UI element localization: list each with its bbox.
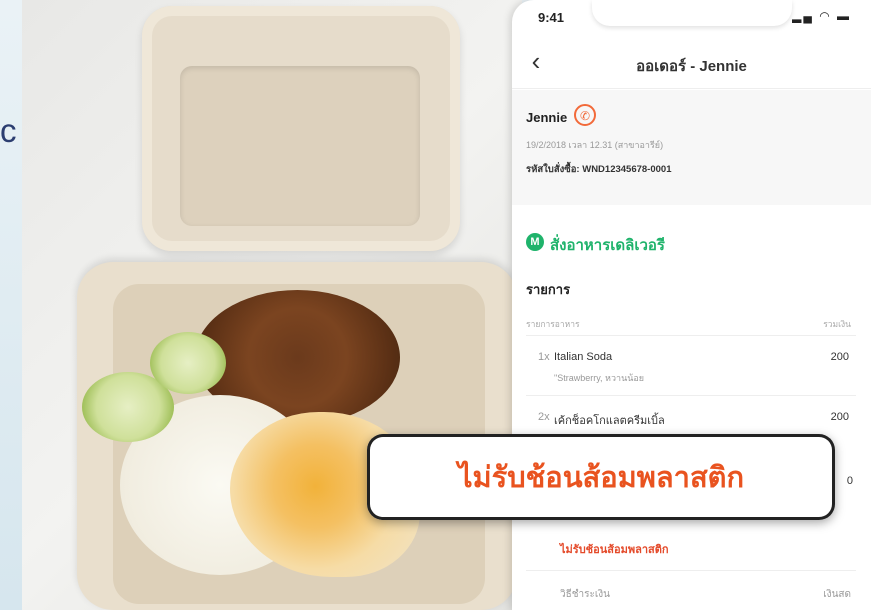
status-time: 9:41 — [538, 10, 565, 25]
divider — [526, 570, 856, 571]
item-price-partial: 0 — [846, 475, 853, 487]
signal-wifi-battery-icon: ▂▄ ◠ ▬ — [792, 9, 851, 23]
special-note: ไม่รับช้อนส้อมพลาสติก — [560, 544, 669, 556]
customer-name: Jennie — [526, 110, 568, 125]
divider — [526, 335, 856, 336]
item-desc: "Strawberry, หวานน้อย — [554, 373, 645, 383]
list-item[interactable]: 1x Italian Soda "Strawberry, หวานน้อย 20… — [512, 351, 871, 401]
item-qty: 1x — [538, 351, 550, 363]
customer-info: Jennie ✆ 19/2/2018 เวลา 12.31 (สาขาอารีย… — [512, 90, 871, 205]
item-name: เค้กช็อคโกแลตครีมเบิ้ล — [554, 415, 665, 427]
phone-call-icon[interactable]: ✆ — [574, 104, 596, 126]
nav-bar: ‹ ออเดอร์ - Jennie — [512, 40, 871, 89]
status-bar: 9:41 ▂▄ ◠ ▬ — [512, 0, 871, 36]
payment-label: วิธีชำระเงิน — [560, 589, 610, 600]
cucumber-slice — [150, 332, 226, 394]
divider — [526, 395, 856, 396]
page-title: ออเดอร์ - Jennie — [636, 58, 747, 75]
callout-text: ไม่รับช้อนส้อมพลาสติก — [457, 460, 745, 494]
service-label: สั่งอาหารเดลิเวอรี — [550, 237, 665, 254]
item-price: 200 — [830, 351, 849, 363]
payment-value: เงินสด — [823, 589, 851, 600]
items-heading: รายการ — [526, 282, 571, 297]
item-price: 200 — [830, 411, 849, 423]
order-datetime: 19/2/2018 เวลา 12.31 (สาขาอารีย์) — [526, 140, 664, 150]
item-qty: 2x — [538, 411, 550, 423]
lid-inner — [180, 66, 420, 226]
food-box-lid — [142, 6, 460, 251]
order-content: M สั่งอาหารเดลิเวอรี รายการ รายการอาหาร … — [512, 205, 871, 610]
column-header-item: รายการอาหาร — [526, 319, 580, 329]
lineman-icon: M — [526, 233, 544, 251]
note-callout: ไม่รับช้อนส้อมพลาสติก — [367, 434, 835, 520]
item-name: Italian Soda — [554, 351, 613, 363]
column-header-total: รวมเงิน — [823, 319, 851, 329]
order-id: รหัสใบสั่งซื้อ: WND12345678-0001 — [526, 164, 672, 175]
